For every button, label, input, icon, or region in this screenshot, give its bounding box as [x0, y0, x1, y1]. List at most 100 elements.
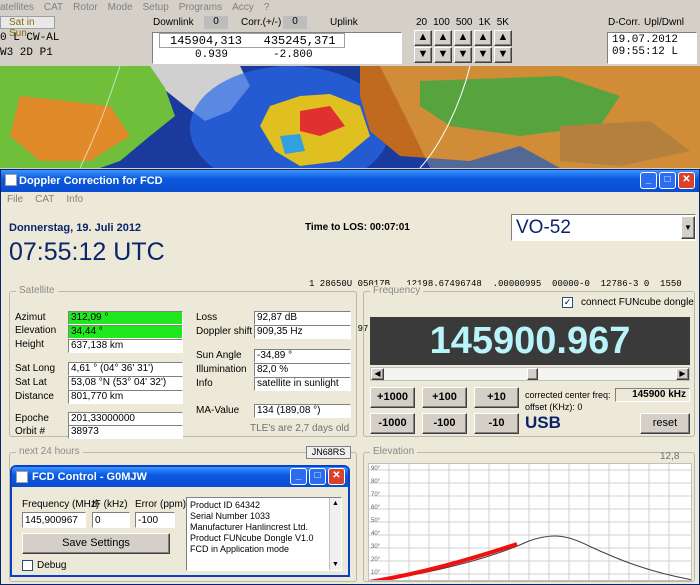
- fcd-info-scrollbar[interactable]: ▲ ▼: [329, 498, 341, 570]
- connect-label: connect FUNcube dongle: [581, 297, 694, 308]
- mode-display: USB: [525, 413, 561, 432]
- close-icon[interactable]: ✕: [328, 468, 345, 485]
- menu-cat[interactable]: CAT: [35, 194, 54, 205]
- fcd-freq-label: Frequency (MHz): [22, 499, 100, 510]
- corrected-label: corrected center freq:: [525, 390, 611, 400]
- app-icon: [5, 174, 17, 186]
- step-up-button[interactable]: ▲: [494, 30, 512, 46]
- fcd-info-list: Product ID 64342 Serial Number 1033 Manu…: [186, 497, 342, 571]
- step-down-button[interactable]: ▼: [414, 47, 432, 63]
- uplink-value: -2.800: [273, 49, 313, 61]
- loss-field: 92,87 dB: [254, 311, 351, 325]
- sunangle-field: -34,89 °: [254, 349, 351, 363]
- distance-field: 801,770 km: [68, 390, 183, 404]
- upldwnl-label: Upl/Dwnl: [644, 17, 685, 28]
- bg-menu-item[interactable]: CAT: [44, 2, 63, 13]
- bg-menu-item[interactable]: Programs: [179, 2, 222, 13]
- bg-menu-item[interactable]: Accy: [232, 2, 254, 13]
- los-label: Time to LOS:: [305, 222, 368, 233]
- satlat-field: 53,08 °N (53° 04' 32'): [68, 376, 183, 390]
- reset-button[interactable]: reset: [640, 413, 690, 434]
- elevation-plot-graphic: [369, 464, 691, 580]
- world-map-graphic: [0, 66, 700, 168]
- fcd-if-label: IF (kHz): [92, 499, 128, 510]
- minimize-icon[interactable]: _: [640, 172, 657, 189]
- plus-1000-button[interactable]: +1000: [370, 387, 415, 408]
- fcd-if-input[interactable]: [92, 512, 130, 528]
- maximize-icon[interactable]: □: [659, 172, 676, 189]
- illumination-field: 82,0 %: [254, 363, 351, 377]
- sat-status-badge: Sat in Sun: [0, 16, 55, 39]
- elev-tick: 40°: [371, 531, 381, 537]
- scroll-down-icon[interactable]: ▼: [330, 559, 341, 570]
- frequency-group: Frequency ✓ connect FUNcube dongle 14590…: [363, 285, 695, 437]
- save-settings-button[interactable]: Save Settings: [22, 533, 170, 554]
- maximize-icon[interactable]: □: [309, 468, 326, 485]
- minimize-icon[interactable]: _: [290, 468, 307, 485]
- utc-clock: 07:55:12 UTC: [9, 238, 165, 266]
- connect-checkbox[interactable]: ✓: [562, 297, 573, 308]
- info-field: satellite in sunlight: [254, 377, 351, 391]
- step-up-button[interactable]: ▲: [434, 30, 452, 46]
- step-down-button[interactable]: ▼: [454, 47, 472, 63]
- corrected-value: 145900 kHz: [615, 388, 690, 402]
- doppler-field: 909,35 Hz: [254, 325, 351, 339]
- bg-menu-item[interactable]: Setup: [143, 2, 169, 13]
- step-down-button[interactable]: ▼: [434, 47, 452, 63]
- minus-10-button[interactable]: -10: [474, 413, 519, 434]
- bg-time: 09:55:12 L: [612, 46, 679, 58]
- debug-checkbox[interactable]: [22, 560, 33, 571]
- elevation-plot: 90° 80° 70° 60° 50° 40° 30° 20° 10°: [368, 463, 692, 581]
- elev-tick: 60°: [371, 505, 381, 511]
- bg-menu-item[interactable]: Mode: [108, 2, 133, 13]
- scroll-up-icon[interactable]: ▲: [330, 498, 341, 509]
- downlink-value: 0.939: [195, 49, 229, 61]
- bg-menu-item[interactable]: ?: [264, 2, 270, 13]
- scroll-thumb[interactable]: [527, 368, 538, 380]
- satlong-field: 4,61 ° (04° 36' 31'): [68, 362, 183, 376]
- close-icon[interactable]: ✕: [678, 172, 695, 189]
- step-down-button[interactable]: ▼: [494, 47, 512, 63]
- bg-menu-item[interactable]: atellites: [0, 2, 34, 13]
- satlat-label: Sat Lat: [15, 377, 47, 388]
- corr-label: Corr.(+/-): [241, 17, 282, 28]
- next24-label: next 24 hours: [16, 446, 83, 457]
- doppler-title-bar[interactable]: Doppler Correction for FCD _ □ ✕: [1, 170, 699, 192]
- window-controls: _ □ ✕: [640, 172, 695, 189]
- elevation-axis-ticks: 90° 80° 70° 60° 50° 40° 30° 20° 10°: [371, 464, 380, 578]
- datetime-box: 19.07.2012 09:55:12 L: [607, 32, 697, 64]
- step-down-button[interactable]: ▼: [474, 47, 492, 63]
- minus-1000-button[interactable]: -1000: [370, 413, 415, 434]
- uplink-label: Uplink: [330, 17, 358, 28]
- fcd-frequency-input[interactable]: [22, 512, 86, 528]
- menu-file[interactable]: File: [7, 194, 23, 205]
- world-map: [0, 66, 700, 168]
- illumination-label: Illumination: [196, 364, 247, 375]
- plus-100-button[interactable]: +100: [422, 387, 467, 408]
- elev-tick: 30°: [371, 544, 381, 550]
- frequency-scrollbar[interactable]: ◀ ▶: [370, 367, 690, 381]
- satellite-select[interactable]: VO-52 ▼: [511, 214, 696, 241]
- epoche-field: 201,33000000: [68, 412, 183, 426]
- fcd-info-line: Product FUNcube Dongle V1.0: [190, 533, 314, 543]
- fcd-info-line: FCD in Application mode: [190, 544, 290, 554]
- step-up-button[interactable]: ▲: [454, 30, 472, 46]
- epoche-label: Epoche: [15, 413, 49, 424]
- minus-100-button[interactable]: -100: [422, 413, 467, 434]
- scroll-left-icon[interactable]: ◀: [371, 368, 384, 380]
- step-up-button[interactable]: ▲: [474, 30, 492, 46]
- bg-menu-item[interactable]: Rotor: [73, 2, 97, 13]
- step-up-button[interactable]: ▲: [414, 30, 432, 46]
- elev-tick: 70°: [371, 492, 381, 498]
- fcd-info-line: Serial Number 1033: [190, 511, 271, 521]
- step-label: 5K: [496, 17, 509, 28]
- elev-tick: 10°: [371, 570, 381, 576]
- elev-tick: 50°: [371, 518, 381, 524]
- scroll-right-icon[interactable]: ▶: [676, 368, 689, 380]
- menu-info[interactable]: Info: [66, 194, 83, 205]
- fcd-error-input[interactable]: [135, 512, 175, 528]
- plus-10-button[interactable]: +10: [474, 387, 519, 408]
- doppler-label: Doppler shift: [196, 326, 253, 337]
- fcd-title-bar[interactable]: FCD Control - G0MJW _ □ ✕: [12, 467, 348, 487]
- chevron-down-icon[interactable]: ▼: [681, 216, 695, 239]
